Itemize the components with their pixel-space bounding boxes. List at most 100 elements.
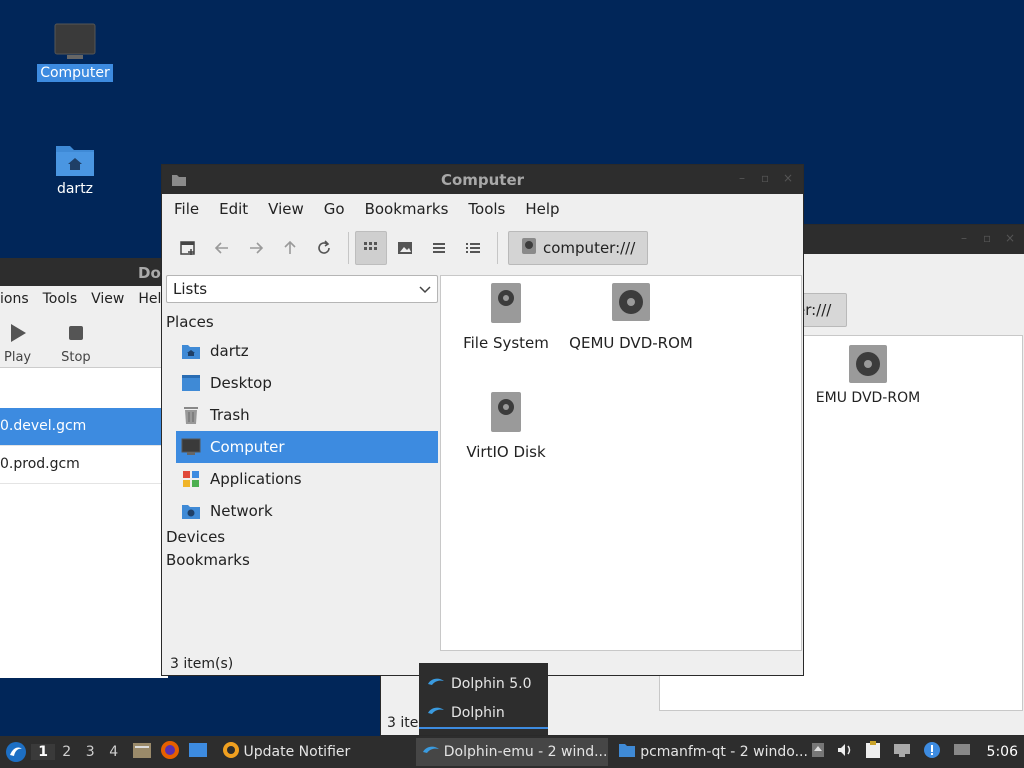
desktop-launcher-icon[interactable] <box>188 741 208 763</box>
optical-drive-icon <box>566 282 696 328</box>
task-dolphin-emu[interactable]: Dolphin-emu - 2 wind... <box>415 738 609 766</box>
popup-item-dolphin[interactable]: Dolphin <box>419 699 548 729</box>
clock[interactable]: 5:06 <box>987 744 1018 760</box>
toolbar: computer:/// <box>162 224 803 272</box>
status-bar: 3 ite <box>387 715 419 731</box>
menu-help[interactable]: Help <box>515 200 569 224</box>
file-item-label: EMU DVD-ROM <box>815 390 921 406</box>
up-button[interactable] <box>274 231 306 265</box>
icon-view-button[interactable] <box>355 231 387 265</box>
back-button[interactable] <box>206 231 238 265</box>
reload-button[interactable] <box>308 231 340 265</box>
forward-button[interactable] <box>240 231 272 265</box>
image-icon <box>398 242 412 254</box>
home-folder-icon <box>180 340 202 362</box>
desktop-switch-1[interactable]: 1 <box>31 744 55 760</box>
hard-disk-icon <box>441 282 571 328</box>
minimize-icon[interactable]: – <box>739 172 751 184</box>
computer-icon <box>180 436 202 458</box>
toolbar-separator <box>497 232 498 264</box>
dolphin-window[interactable]: Do ions Tools View Hel Play Stop 0.devel… <box>0 258 168 678</box>
desktop-switch-4[interactable]: 4 <box>102 744 126 760</box>
place-item-dartz[interactable]: dartz <box>176 335 438 367</box>
hard-disk-icon <box>441 391 571 437</box>
path-button[interactable]: computer:/// <box>508 231 649 265</box>
optical-drive-icon <box>808 344 928 384</box>
play-button[interactable]: Play <box>4 322 31 367</box>
start-menu-button[interactable] <box>0 736 31 768</box>
maximize-icon[interactable]: ▫ <box>761 172 773 184</box>
close-icon[interactable]: × <box>783 172 795 184</box>
dolphin-menu-help[interactable]: Hel <box>138 291 161 312</box>
desktop-icon-label: dartz <box>56 181 94 197</box>
file-item-virtio[interactable]: VirtIO Disk <box>441 391 571 461</box>
desktop-switch-2[interactable]: 2 <box>55 744 79 760</box>
window-controls: – ▫ × <box>961 232 1017 244</box>
menu-tools[interactable]: Tools <box>458 200 515 224</box>
dolphin-toolbar: Play Stop <box>0 312 168 368</box>
arrow-up-icon <box>284 240 296 254</box>
section-devices[interactable]: Devices <box>166 528 225 546</box>
arrow-left-icon <box>214 242 228 254</box>
desktop-icon-label: Computer <box>37 64 113 82</box>
place-item-desktop[interactable]: Desktop <box>176 367 438 399</box>
stop-icon <box>61 322 91 344</box>
task-label: Dolphin-emu - 2 wind... <box>443 744 608 760</box>
task-pcmanfm[interactable]: pcmanfm-qt - 2 windo... <box>612 738 808 766</box>
notification-icon[interactable] <box>923 741 941 763</box>
menu-file[interactable]: File <box>164 200 209 224</box>
game-list-row[interactable]: 0.devel.gcm <box>0 408 168 446</box>
popup-item-dolphin-5[interactable]: Dolphin 5.0 <box>419 669 548 699</box>
detail-view-button[interactable] <box>457 231 489 265</box>
task-update-notifier[interactable]: Update Notifier <box>216 738 354 766</box>
compact-view-button[interactable] <box>423 231 455 265</box>
menu-view[interactable]: View <box>258 200 314 224</box>
file-item-filesystem[interactable]: File System <box>441 282 571 352</box>
dolphin-menu-tools[interactable]: Tools <box>43 291 78 312</box>
game-list-row[interactable]: 0.prod.gcm <box>0 446 168 484</box>
place-item-applications[interactable]: Applications <box>176 463 438 495</box>
eject-icon[interactable] <box>811 742 825 762</box>
menu-edit[interactable]: Edit <box>209 200 258 224</box>
place-item-trash[interactable]: Trash <box>176 399 438 431</box>
file-manager-launcher-icon[interactable] <box>132 741 152 763</box>
hard-disk-icon <box>521 237 537 259</box>
reload-icon <box>318 240 330 254</box>
dolphin-menubar: ions Tools View Hel <box>0 286 168 312</box>
dolphin-menu-view[interactable]: View <box>91 291 124 312</box>
section-places[interactable]: Places <box>166 313 214 331</box>
list-icon <box>433 243 445 253</box>
file-item-dvdrom[interactable]: QEMU DVD-ROM <box>566 282 696 352</box>
firefox-icon[interactable] <box>160 740 180 764</box>
place-label: Computer <box>210 438 285 456</box>
menu-bookmarks[interactable]: Bookmarks <box>355 200 459 224</box>
place-item-network[interactable]: Network <box>176 495 438 527</box>
chevron-down-icon <box>419 281 431 299</box>
volume-icon[interactable] <box>837 742 853 762</box>
dolphin-menu-options[interactable]: ions <box>0 291 29 312</box>
section-bookmarks[interactable]: Bookmarks <box>166 551 250 569</box>
play-label: Play <box>4 350 32 365</box>
close-icon[interactable]: × <box>1005 232 1017 244</box>
minimize-icon[interactable]: – <box>961 232 973 244</box>
new-tab-button[interactable] <box>172 231 204 265</box>
place-item-computer[interactable]: Computer <box>176 431 438 463</box>
maximize-icon[interactable]: ▫ <box>983 232 995 244</box>
desktop-icon-computer[interactable]: Computer <box>35 22 115 82</box>
stop-button[interactable]: Stop <box>61 322 91 367</box>
display-icon[interactable] <box>953 742 971 762</box>
place-label: Network <box>210 502 273 520</box>
task-label: pcmanfm-qt - 2 windo... <box>640 744 808 760</box>
side-pane-mode-select[interactable]: Lists <box>166 275 438 303</box>
thumbnail-view-button[interactable] <box>389 231 421 265</box>
window-titlebar[interactable]: Computer – ▫ × <box>162 165 803 194</box>
file-item[interactable]: EMU DVD-ROM <box>808 344 928 406</box>
menu-go[interactable]: Go <box>314 200 355 224</box>
clipboard-icon[interactable] <box>865 741 881 763</box>
network-icon[interactable] <box>893 742 911 762</box>
desktop-switch-3[interactable]: 3 <box>78 744 102 760</box>
desktop-icon-dartz[interactable]: dartz <box>35 140 115 198</box>
desktop-icon <box>180 372 202 394</box>
pcmanfm-window[interactable]: Computer – ▫ × File Edit View Go Bookmar… <box>161 164 804 676</box>
taskbar: 1 2 3 4 Update Notifier Dolphin-emu - 2 … <box>0 736 1024 768</box>
